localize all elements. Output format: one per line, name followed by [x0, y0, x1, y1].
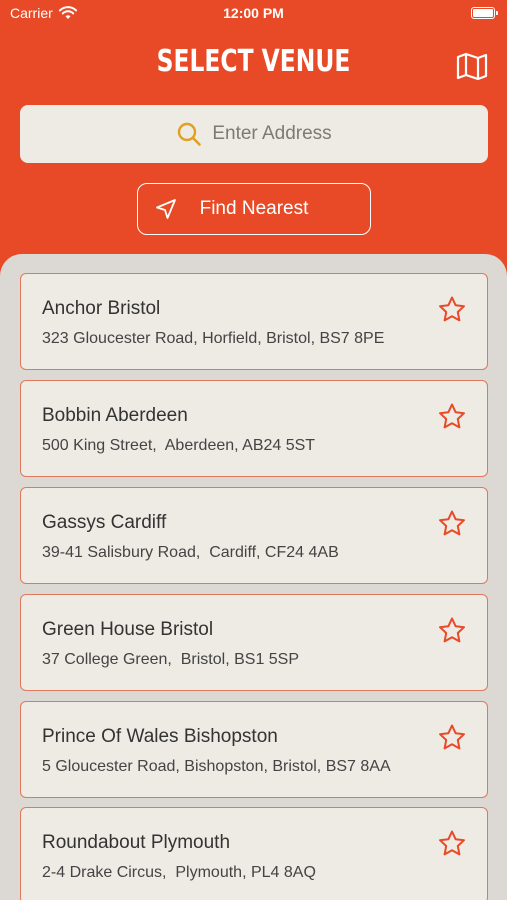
venue-name: Gassys Cardiff	[42, 512, 167, 533]
venue-card[interactable]: Gassys Cardiff 39-41 Salisbury Road, Car…	[20, 487, 488, 584]
star-icon[interactable]	[437, 295, 467, 325]
battery-icon	[471, 7, 498, 19]
venue-name: Roundabout Plymouth	[42, 832, 231, 853]
venue-name: Bobbin Aberdeen	[42, 405, 188, 426]
venue-card[interactable]: Green House Bristol 37 College Green, Br…	[20, 594, 488, 691]
venue-address: 5 Gloucester Road, Bishopston, Bristol, …	[42, 758, 391, 775]
find-nearest-label: Find Nearest	[199, 198, 309, 219]
map-icon[interactable]	[455, 50, 489, 82]
venue-address: 37 College Green, Bristol, BS1 5SP	[42, 651, 300, 668]
find-nearest-button[interactable]: Find Nearest	[137, 183, 371, 235]
search-input[interactable]: Enter Address	[20, 105, 488, 163]
venue-address: 2-4 Drake Circus, Plymouth, PL4 8AQ	[42, 864, 316, 881]
venue-name: Anchor Bristol	[42, 298, 161, 319]
page-title: SELECT VENUE	[156, 44, 351, 79]
status-bar: Carrier 12:00 PM	[0, 0, 507, 28]
search-placeholder: Enter Address	[212, 123, 332, 144]
search-icon	[178, 122, 202, 146]
star-icon[interactable]	[437, 829, 467, 859]
venue-address: 500 King Street, Aberdeen, AB24 5ST	[42, 437, 316, 454]
star-icon[interactable]	[437, 723, 467, 753]
venue-card[interactable]: Prince Of Wales Bishopston 5 Gloucester …	[20, 701, 488, 798]
header: SELECT VENUE	[0, 40, 507, 90]
venue-card[interactable]: Roundabout Plymouth 2-4 Drake Circus, Pl…	[20, 807, 488, 900]
venue-name: Prince Of Wales Bishopston	[42, 726, 278, 747]
venue-address: 323 Gloucester Road, Horfield, Bristol, …	[42, 330, 385, 347]
star-icon[interactable]	[437, 616, 467, 646]
status-time: 12:00 PM	[223, 5, 284, 21]
venue-name: Green House Bristol	[42, 619, 214, 640]
location-arrow-icon	[156, 199, 176, 219]
venue-address: 39-41 Salisbury Road, Cardiff, CF24 4AB	[42, 544, 339, 561]
venue-card[interactable]: Anchor Bristol 323 Gloucester Road, Horf…	[20, 273, 488, 370]
venue-card[interactable]: Bobbin Aberdeen 500 King Street, Aberdee…	[20, 380, 488, 477]
venue-list: Anchor Bristol 323 Gloucester Road, Horf…	[0, 254, 507, 900]
star-icon[interactable]	[437, 509, 467, 539]
star-icon[interactable]	[437, 402, 467, 432]
